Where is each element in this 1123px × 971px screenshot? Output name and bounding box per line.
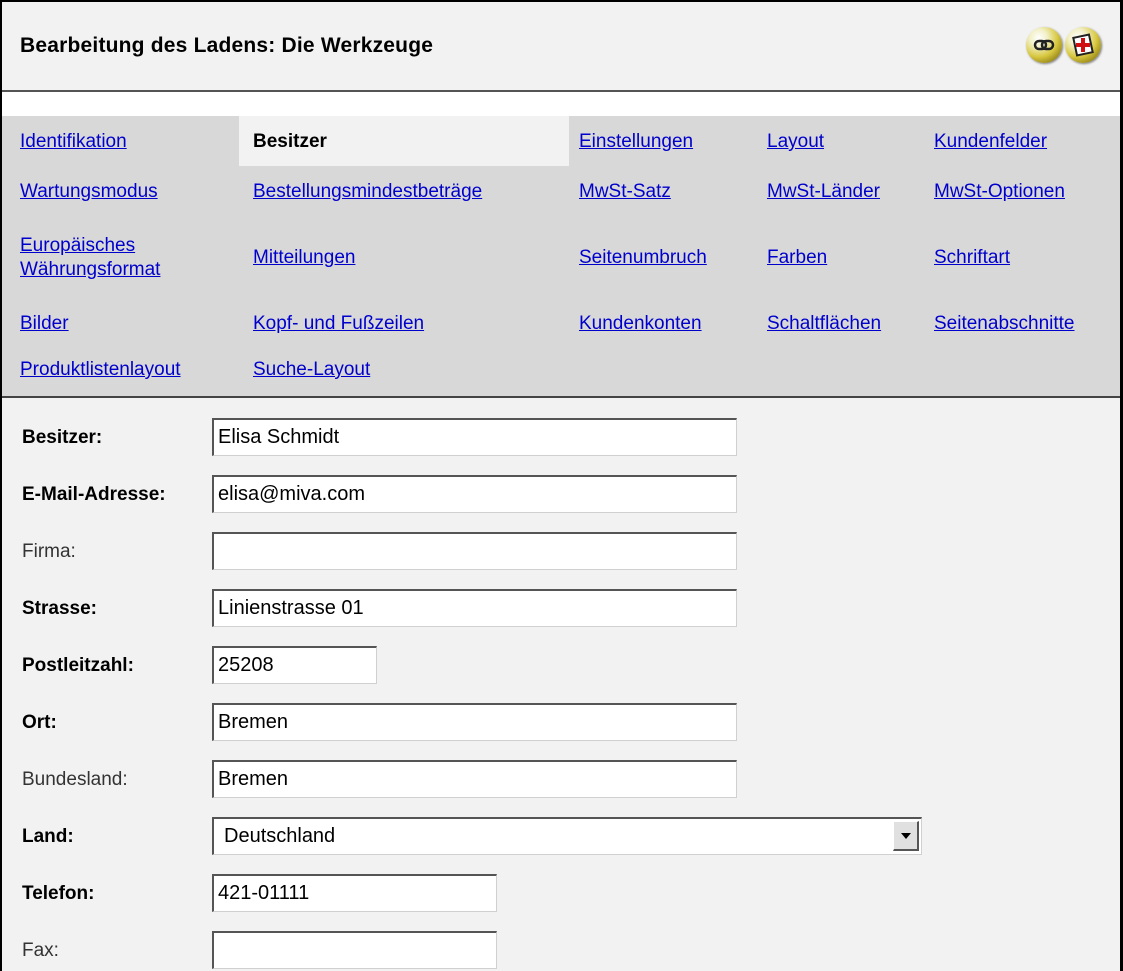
city-label: Ort: bbox=[22, 712, 57, 733]
tab-mwst-laender[interactable]: MwSt-Länder bbox=[767, 180, 880, 204]
owner-input[interactable] bbox=[212, 418, 737, 456]
zip-input[interactable] bbox=[212, 646, 377, 684]
tab-farben[interactable]: Farben bbox=[767, 246, 827, 270]
tab-schriftart[interactable]: Schriftart bbox=[934, 246, 1010, 270]
zip-label: Postleitzahl: bbox=[22, 655, 134, 676]
company-label: Firma: bbox=[22, 541, 76, 562]
help-icon[interactable] bbox=[1065, 27, 1101, 63]
city-input[interactable] bbox=[212, 703, 737, 741]
chevron-down-icon bbox=[901, 833, 911, 839]
fax-input[interactable] bbox=[212, 931, 497, 969]
tab-produktlistenlayout[interactable]: Produktlistenlayout bbox=[20, 358, 181, 382]
tab-schaltflaechen[interactable]: Schaltflächen bbox=[767, 312, 881, 336]
street-input[interactable] bbox=[212, 589, 737, 627]
tab-layout[interactable]: Layout bbox=[767, 130, 824, 154]
owner-form: Besitzer: E-Mail-Adresse: Firma: Strasse… bbox=[2, 398, 1120, 971]
tab-navigation: Identifikation Besitzer Einstellungen La… bbox=[2, 116, 1120, 398]
owner-label: Besitzer: bbox=[22, 427, 103, 448]
tab-europaeisches-waehrungsformat[interactable]: Europäisches Währungsformat bbox=[20, 234, 210, 282]
tab-suche-layout[interactable]: Suche-Layout bbox=[253, 358, 370, 382]
company-input[interactable] bbox=[212, 532, 737, 570]
tab-kundenfelder[interactable]: Kundenfelder bbox=[934, 130, 1047, 154]
tab-einstellungen[interactable]: Einstellungen bbox=[579, 130, 693, 154]
spacer-bar bbox=[2, 92, 1120, 116]
tab-bestellungsmindestbetraege[interactable]: Bestellungsmindestbeträge bbox=[253, 180, 482, 204]
country-label: Land: bbox=[22, 826, 74, 847]
state-input[interactable] bbox=[212, 760, 737, 798]
store-editor-window: Bearbeitung des Ladens: Die Werkzeuge Id… bbox=[0, 0, 1123, 971]
link-icon[interactable] bbox=[1026, 27, 1062, 63]
tab-kundenkonten[interactable]: Kundenkonten bbox=[579, 312, 702, 336]
tab-seitenabschnitte[interactable]: Seitenabschnitte bbox=[934, 312, 1075, 336]
tab-mwst-satz[interactable]: MwSt-Satz bbox=[579, 180, 671, 204]
street-label: Strasse: bbox=[22, 598, 97, 619]
phone-label: Telefon: bbox=[22, 883, 95, 904]
dropdown-button[interactable] bbox=[893, 821, 919, 851]
tab-wartungsmodus[interactable]: Wartungsmodus bbox=[20, 180, 158, 204]
phone-input[interactable] bbox=[212, 874, 497, 912]
tab-identifikation[interactable]: Identifikation bbox=[20, 130, 127, 154]
tab-kopf-und-fusszeilen[interactable]: Kopf- und Fußzeilen bbox=[253, 312, 424, 336]
country-select[interactable]: Deutschland bbox=[212, 817, 922, 855]
email-input[interactable] bbox=[212, 475, 737, 513]
tab-mitteilungen[interactable]: Mitteilungen bbox=[253, 246, 355, 270]
state-label: Bundesland: bbox=[22, 769, 128, 790]
tab-besitzer: Besitzer bbox=[253, 131, 327, 152]
email-label: E-Mail-Adresse: bbox=[22, 484, 166, 505]
title-bar: Bearbeitung des Ladens: Die Werkzeuge bbox=[2, 2, 1120, 92]
country-selected-value: Deutschland bbox=[224, 825, 336, 847]
tab-mwst-optionen[interactable]: MwSt-Optionen bbox=[934, 180, 1065, 204]
page-title: Bearbeitung des Ladens: Die Werkzeuge bbox=[20, 34, 434, 57]
fax-label: Fax: bbox=[22, 940, 59, 961]
tab-seitenumbruch[interactable]: Seitenumbruch bbox=[579, 246, 707, 270]
tab-bilder[interactable]: Bilder bbox=[20, 312, 69, 336]
